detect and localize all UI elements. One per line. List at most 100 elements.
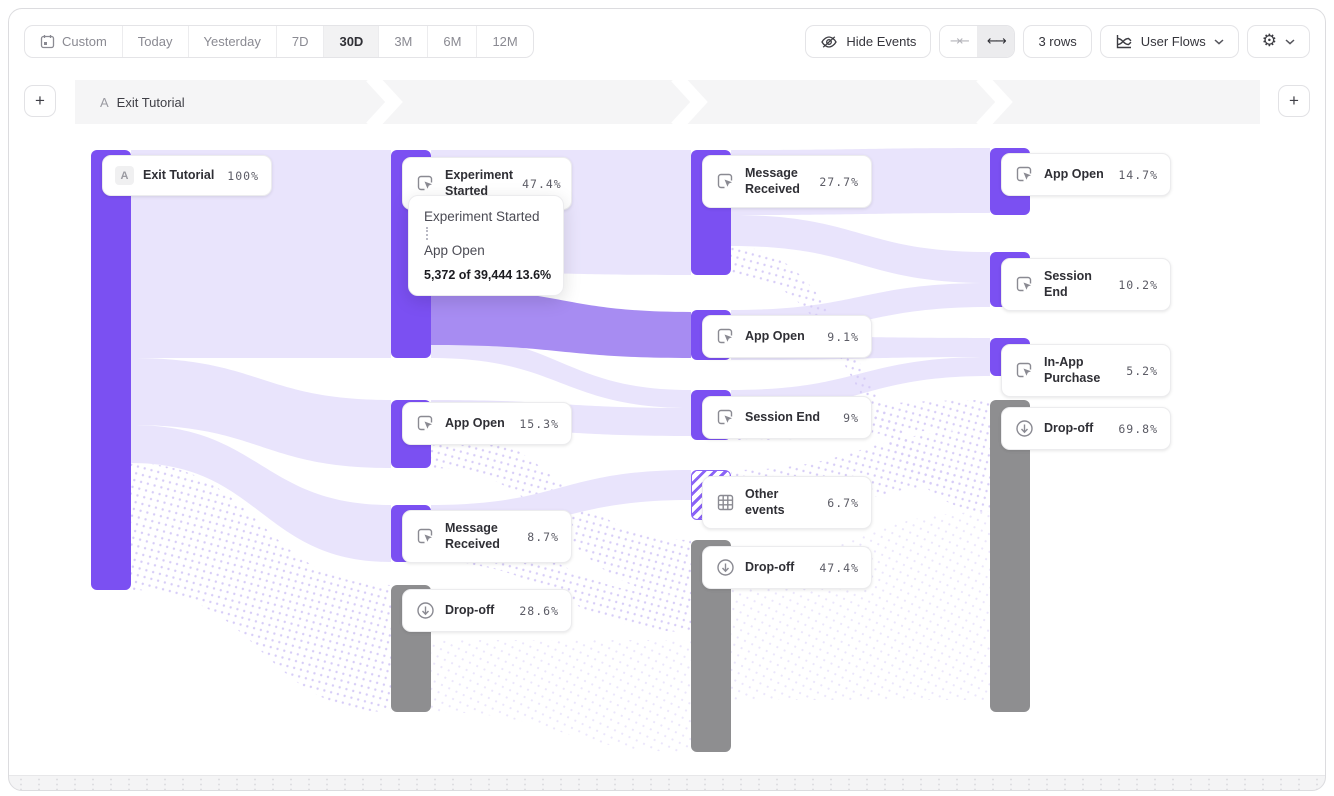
settings-button[interactable]: ⚙ [1247,25,1310,58]
flow-node-label: Drop-off [445,603,510,619]
date-range-selector: Custom Today Yesterday 7D 30D 3M 6M 12M [24,25,534,58]
flow-node-percent: 5.2% [1126,364,1158,378]
step-separators [75,80,1260,124]
flow-node-session-end[interactable]: Session End 10.2% [1001,258,1171,311]
flow-node-percent: 9.1% [827,330,859,344]
flow-node-percent: 69.8% [1118,422,1158,436]
flows-chart-icon [1115,34,1133,50]
flow-node-label: Drop-off [745,560,810,576]
hide-events-button[interactable]: Hide Events [805,25,931,58]
flow-node-percent: 47.4% [819,561,859,575]
date-range-30d[interactable]: 30D [324,26,379,57]
calendar-icon [40,34,55,49]
date-range-label: Custom [62,34,107,49]
step-letter-badge: A [115,166,134,185]
toolbar: Custom Today Yesterday 7D 30D 3M 6M 12M … [24,25,1310,58]
add-step-left-button[interactable]: + [24,85,56,117]
flow-node-label: Message Received [745,166,810,197]
flow-node-label: App Open [745,329,818,345]
date-range-6m[interactable]: 6M [428,26,477,57]
flow-node-app-open[interactable]: App Open 15.3% [402,402,572,445]
flow-node-label: Other events [745,487,818,518]
event-cursor-icon [715,326,736,347]
rows-label: 3 rows [1038,34,1076,49]
arrows-outward-icon: ←→ [987,34,1005,49]
flow-node-label: App Open [1044,167,1109,183]
step-name: Exit Tutorial [117,95,185,110]
event-cursor-icon [715,171,736,192]
flow-node-percent: 28.6% [519,604,559,618]
collapse-expand-toggle: →← ←→ [939,25,1015,58]
flow-node-app-open[interactable]: App Open 14.7% [1001,153,1171,196]
flow-node-percent: 15.3% [519,417,559,431]
flow-node-percent: 10.2% [1118,278,1158,292]
drop-off-icon [715,557,736,578]
tooltip-connector-dots [426,227,428,240]
flow-node-label: Session End [745,410,834,426]
flow-node-message-received[interactable]: Message Received 8.7% [402,510,572,563]
drop-off-icon [1014,418,1035,439]
view-selector[interactable]: User Flows [1100,25,1239,58]
event-cursor-icon [1014,274,1035,295]
eye-off-icon [820,34,838,50]
user-flows-report: Custom Today Yesterday 7D 30D 3M 6M 12M … [0,0,1334,796]
other-events-grid-icon [715,492,736,513]
flow-node-label: Drop-off [1044,421,1109,437]
flow-node-percent: 27.7% [819,175,859,189]
tooltip-detail: 5,372 of 39,444 13.6% [424,268,548,282]
event-cursor-icon [1014,360,1035,381]
background-flow-band [731,512,990,700]
gear-icon: ⚙ [1262,33,1277,50]
steps-band: A Exit Tutorial [75,80,1260,124]
event-cursor-icon [415,413,436,434]
chevron-down-icon [1285,39,1295,45]
flow-node-label: Message Received [445,521,518,552]
event-cursor-icon [415,173,436,194]
event-cursor-icon [1014,164,1035,185]
flow-node-in-app-purchase[interactable]: In-App Purchase 5.2% [1001,344,1171,397]
flow-bar-exit-tutorial[interactable] [91,150,131,590]
flow-node-drop-off[interactable]: Drop-off 28.6% [402,589,572,632]
arrows-inward-icon: →← [950,34,968,49]
date-range-12m[interactable]: 12M [477,26,532,57]
background-flow-band [431,640,691,752]
step-letter: A [100,95,109,110]
expand-columns-button[interactable]: ←→ [977,26,1014,57]
tooltip-from-event: Experiment Started [424,209,548,224]
flow-node-drop-off[interactable]: Drop-off 47.4% [702,546,872,589]
collapse-columns-button[interactable]: →← [940,26,977,57]
flow-node-session-end[interactable]: Session End 9% [702,396,872,439]
date-range-3m[interactable]: 3M [379,26,428,57]
flow-node-percent: 100% [227,169,259,183]
bottom-scroll-strip[interactable] [8,775,1326,791]
add-step-right-button[interactable]: + [1278,85,1310,117]
date-range-custom[interactable]: Custom [25,26,123,57]
flow-node-label: Session End [1044,269,1109,300]
flow-node-exit-tutorial[interactable]: A Exit Tutorial 100% [102,155,272,196]
flow-node-message-received[interactable]: Message Received 27.7% [702,155,872,208]
chevron-down-icon [1214,39,1224,45]
flow-node-app-open[interactable]: App Open 9.1% [702,315,872,358]
date-range-7d[interactable]: 7D [277,26,325,57]
event-cursor-icon [715,407,736,428]
flow-node-label: Exit Tutorial [143,168,218,184]
flow-node-drop-off[interactable]: Drop-off 69.8% [1001,407,1171,450]
view-selector-label: User Flows [1141,34,1206,49]
flow-node-percent: 8.7% [527,530,559,544]
flow-node-percent: 9% [843,411,859,425]
flow-node-label: App Open [445,416,510,432]
flow-node-label: In-App Purchase [1044,355,1117,386]
hide-events-label: Hide Events [846,34,916,49]
flow-node-percent: 14.7% [1118,168,1158,182]
rows-button[interactable]: 3 rows [1023,25,1091,58]
flow-node-other-events[interactable]: Other events 6.7% [702,476,872,529]
tooltip-to-event: App Open [424,243,548,258]
event-cursor-icon [415,526,436,547]
link-tooltip: Experiment Started App Open 5,372 of 39,… [408,195,564,296]
date-range-today[interactable]: Today [123,26,189,57]
flow-node-percent: 47.4% [522,177,562,191]
flow-node-percent: 6.7% [827,496,859,510]
step-a-exit-tutorial[interactable]: A Exit Tutorial [100,80,185,124]
date-range-yesterday[interactable]: Yesterday [189,26,277,57]
drop-off-icon [415,600,436,621]
